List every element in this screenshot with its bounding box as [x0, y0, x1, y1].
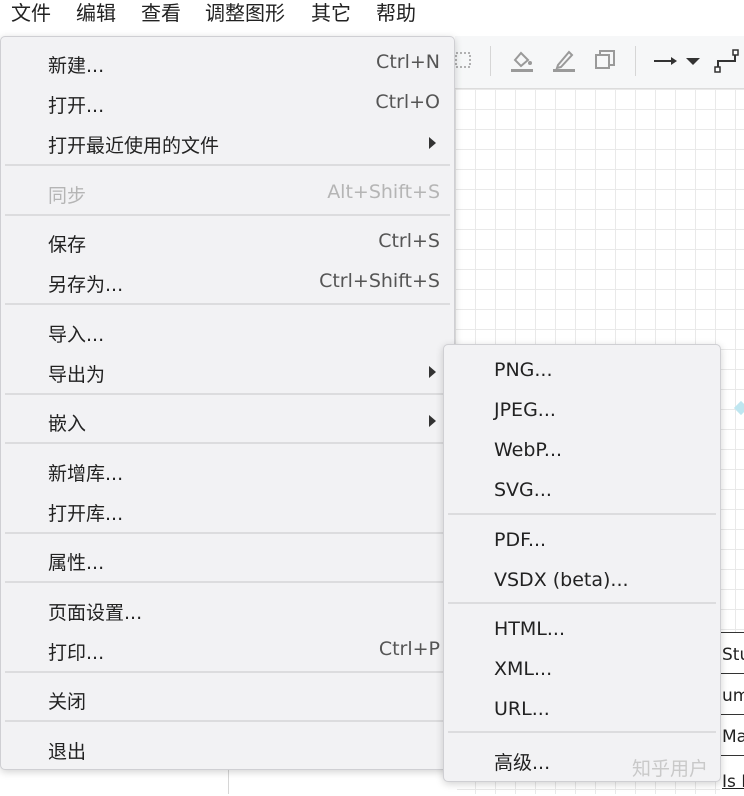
menu-item-export-as[interactable]: 导出为 [1, 352, 454, 392]
menubar-arrange[interactable]: 调整图形 [205, 0, 285, 28]
export-png[interactable]: PNG... [444, 351, 720, 391]
toolbar [455, 36, 744, 89]
menubar: 文件 编辑 查看 调整图形 其它 帮助 [0, 0, 744, 28]
menu-item-exit[interactable]: 退出 [1, 729, 454, 769]
menu-item-new[interactable]: 新建... Ctrl+N [1, 43, 454, 83]
dropdown-icon[interactable] [681, 48, 707, 74]
menu-item-print[interactable]: 打印... Ctrl+P [1, 630, 454, 670]
menu-item-open[interactable]: 打开... Ctrl+O [1, 83, 454, 123]
menubar-file[interactable]: 文件 [11, 0, 51, 28]
menu-item-save-as[interactable]: 另存为... Ctrl+Shift+S [1, 262, 454, 302]
shortcut: Ctrl+Shift+S [319, 270, 440, 292]
submenu-arrow-icon [429, 366, 436, 378]
export-submenu: PNG... JPEG... WebP... SVG... PDF... VSD… [443, 344, 721, 782]
menu-item-close[interactable]: 关闭 [1, 679, 454, 719]
submenu-arrow-icon [429, 137, 436, 149]
menu-separator [448, 513, 716, 515]
arrow-style-icon[interactable] [653, 48, 679, 74]
menu-separator [448, 731, 716, 733]
menu-item-properties[interactable]: 属性... [1, 540, 454, 580]
line-color-icon[interactable] [551, 48, 577, 74]
menu-item-import[interactable]: 导入... [1, 312, 454, 352]
selection-icon[interactable] [453, 48, 479, 74]
menubar-help[interactable]: 帮助 [376, 0, 416, 28]
menu-separator [5, 214, 450, 216]
menu-separator [5, 532, 450, 534]
menu-separator [5, 720, 450, 722]
shortcut: Ctrl+N [376, 51, 440, 73]
export-xml[interactable]: XML... [444, 650, 720, 690]
export-html[interactable]: HTML... [444, 610, 720, 650]
export-url[interactable]: URL... [444, 690, 720, 730]
file-menu: 新建... Ctrl+N 打开... Ctrl+O 打开最近使用的文件 同步 A… [0, 36, 455, 770]
export-jpeg[interactable]: JPEG... [444, 391, 720, 431]
shadow-icon[interactable] [592, 48, 618, 74]
table-row: Is Eligible To [722, 772, 744, 792]
toolbar-separator [490, 46, 491, 76]
menu-item-open-library[interactable]: 打开库... [1, 491, 454, 531]
menu-item-open-recent[interactable]: 打开最近使用的文件 [1, 123, 454, 163]
table-shape[interactable]: Stu um Mar Is Eligible To [720, 632, 744, 795]
menu-separator [5, 581, 450, 583]
export-webp[interactable]: WebP... [444, 431, 720, 471]
menubar-edit[interactable]: 编辑 [76, 0, 116, 28]
fill-color-icon[interactable] [509, 48, 535, 74]
menu-item-embed[interactable]: 嵌入 [1, 401, 454, 441]
menu-separator [5, 303, 450, 305]
export-vsdx[interactable]: VSDX (beta)... [444, 561, 720, 601]
shortcut: Ctrl+O [375, 91, 440, 113]
menu-item-page-setup[interactable]: 页面设置... [1, 590, 454, 630]
table-row: Mar [720, 715, 744, 756]
menubar-extras[interactable]: 其它 [311, 0, 351, 28]
menu-item-sync: 同步 Alt+Shift+S [48, 181, 440, 207]
submenu-arrow-icon [429, 415, 436, 427]
menu-separator [5, 164, 450, 166]
shortcut: Alt+Shift+S [327, 181, 440, 203]
waypoint-icon[interactable] [714, 48, 740, 74]
export-svg[interactable]: SVG... [444, 471, 720, 511]
table-row: Stu [720, 633, 744, 674]
export-pdf[interactable]: PDF... [444, 521, 720, 561]
shortcut: Ctrl+S [378, 230, 440, 252]
menu-separator [5, 442, 450, 444]
menu-separator [448, 602, 716, 604]
watermark: 知乎用户 [632, 758, 709, 780]
shortcut: Ctrl+P [378, 638, 440, 660]
menu-separator [5, 671, 450, 673]
table-row: um [720, 674, 744, 715]
menu-separator [5, 393, 450, 395]
menu-item-save[interactable]: 保存 Ctrl+S [1, 222, 454, 262]
menu-item-new-library[interactable]: 新增库... [1, 451, 454, 491]
menubar-view[interactable]: 查看 [141, 0, 181, 28]
toolbar-separator [635, 46, 636, 76]
